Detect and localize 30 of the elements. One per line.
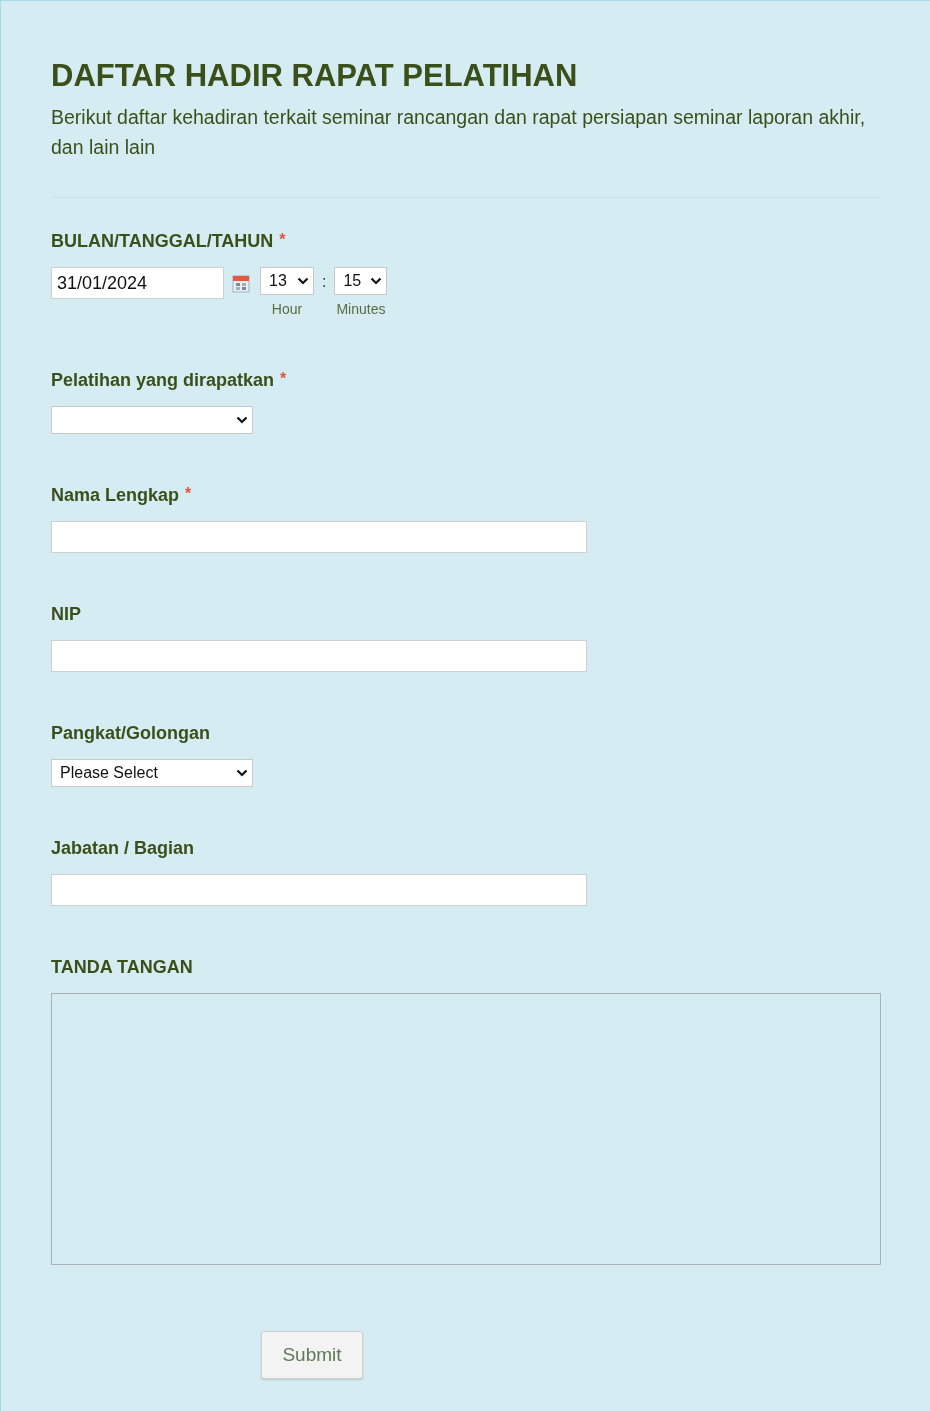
field-label: Nama Lengkap [51, 484, 180, 507]
field-label: NIP [51, 603, 81, 626]
field-label: BULAN/TANGGAL/TAHUN [51, 230, 274, 253]
field-label: TANDA TANGAN [51, 956, 193, 979]
calendar-icon[interactable] [232, 275, 250, 293]
time-separator: : [322, 272, 327, 292]
field-label: Pelatihan yang dirapatkan [51, 369, 275, 392]
dropdown-select[interactable]: Please Select [51, 759, 253, 787]
chevron-down-icon [236, 769, 248, 777]
minutes-caption: Minutes [336, 300, 386, 319]
text-field[interactable] [51, 874, 587, 906]
chevron-down-icon [370, 277, 383, 285]
required-mark: * [280, 369, 287, 389]
hour-caption: Hour [271, 300, 303, 319]
submit-button[interactable]: Submit [261, 1331, 363, 1379]
form-description: Berikut daftar kehadiran terkait seminar rancangan dan rapat persiapan seminar laporan akhir, dan lain lain [51, 105, 867, 160]
minute-select[interactable]: 15 [334, 267, 388, 295]
dropdown-select[interactable] [51, 406, 253, 434]
hour-select[interactable]: 13 [260, 267, 314, 295]
signature-pad[interactable] [51, 993, 881, 1265]
date-field[interactable]: 31/01/2024 [51, 267, 224, 299]
chevron-down-icon [297, 277, 309, 285]
chevron-down-icon [236, 416, 248, 424]
form-title: DAFTAR HADIR RAPAT PELATIHAN [51, 57, 579, 95]
text-field[interactable] [51, 640, 587, 672]
required-mark: * [279, 230, 286, 250]
text-field[interactable] [51, 521, 587, 553]
required-mark: * [185, 484, 192, 504]
field-label: Pangkat/Golongan [51, 722, 210, 745]
field-label: Jabatan / Bagian [51, 837, 195, 860]
